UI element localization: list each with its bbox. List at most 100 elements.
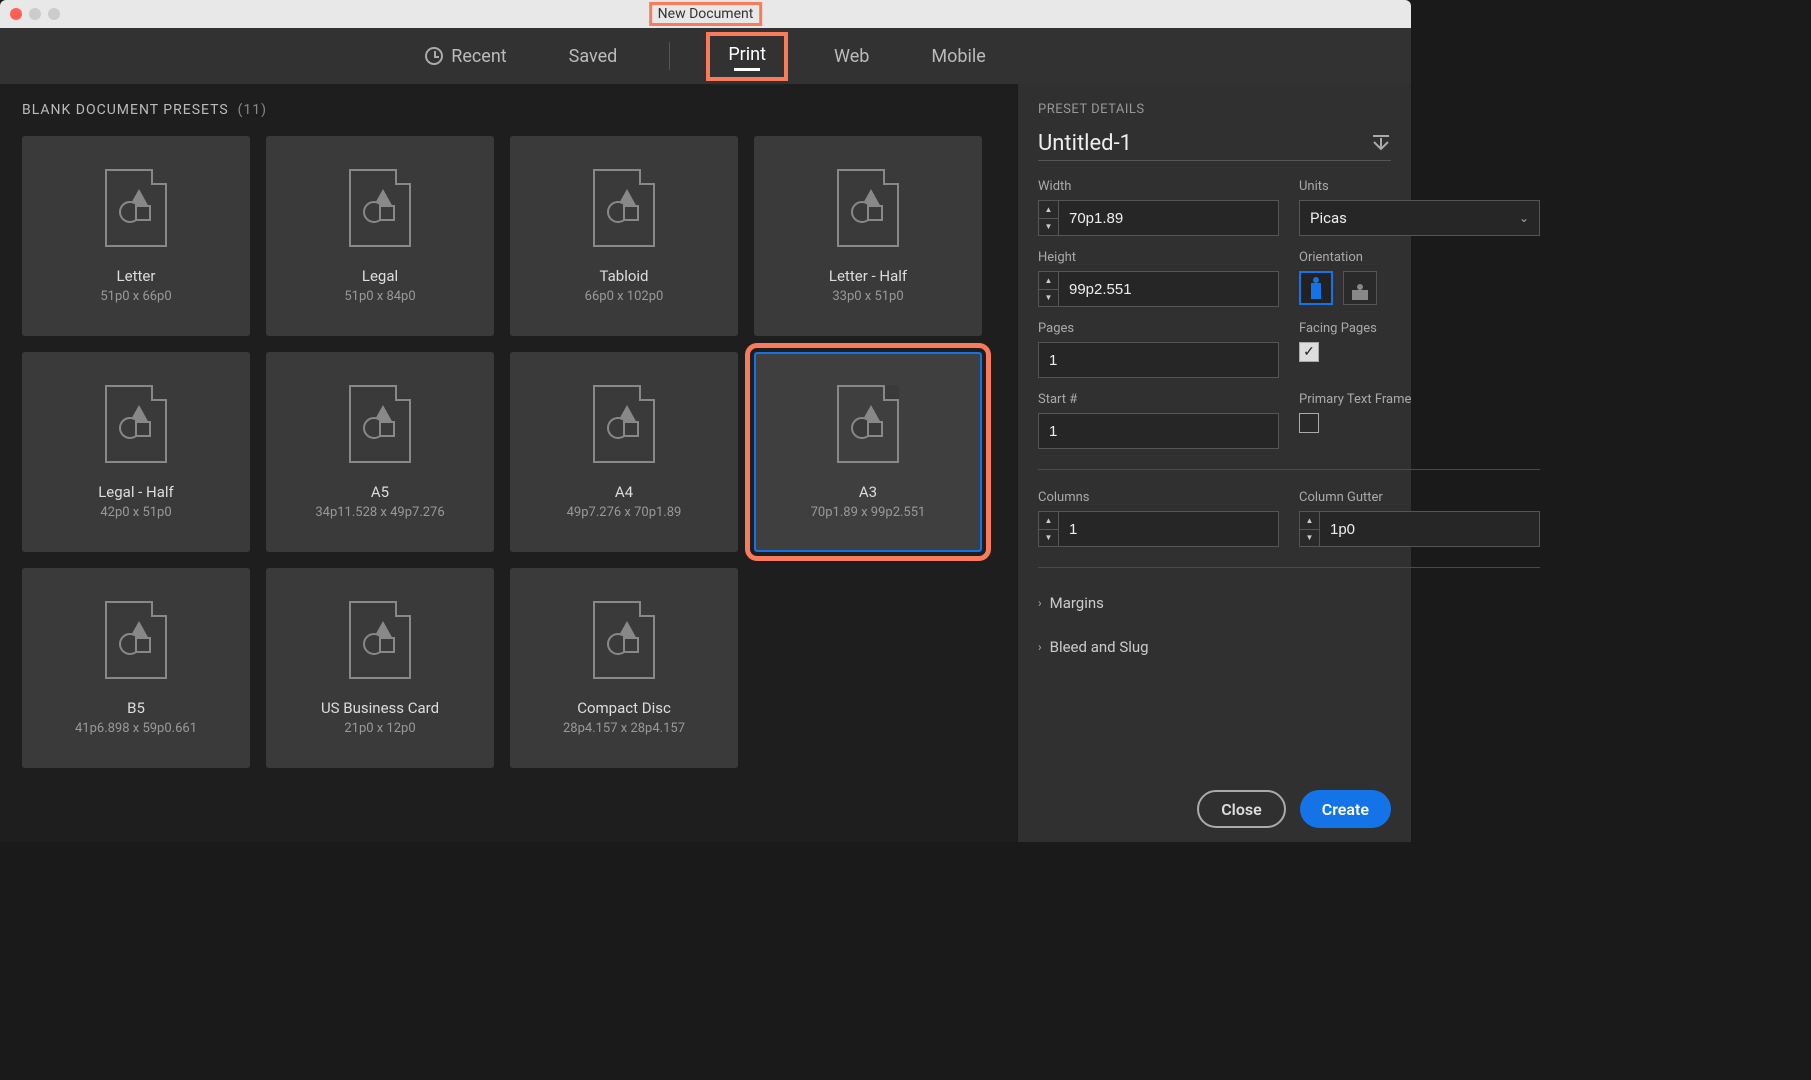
close-button[interactable]: Close — [1197, 790, 1286, 828]
preset-panel: BLANK DOCUMENT PRESETS (11) Letter 51p0 x… — [0, 84, 1017, 842]
preset-dimensions: 34p11.528 x 49p7.276 — [315, 505, 444, 520]
tab-print[interactable]: Print — [728, 44, 766, 65]
document-icon — [105, 169, 167, 247]
window-title: New Document — [649, 2, 763, 26]
preset-count: (11) — [238, 102, 267, 118]
tab-mobile[interactable]: Mobile — [915, 40, 1001, 73]
bleed-slug-expander[interactable]: › Bleed and Slug — [1038, 632, 1540, 662]
tab-recent[interactable]: Recent — [409, 40, 522, 73]
columns-stepper[interactable]: ▲▼ — [1038, 511, 1058, 547]
column-gutter-stepper[interactable]: ▲▼ — [1299, 511, 1319, 547]
shapes-icon — [851, 407, 885, 441]
zoom-window-button[interactable] — [48, 8, 60, 20]
main-area: BLANK DOCUMENT PRESETS (11) Letter 51p0 x… — [0, 84, 1411, 842]
preset-heading-text: BLANK DOCUMENT PRESETS — [22, 102, 229, 118]
minimize-window-button[interactable] — [29, 8, 41, 20]
preset-dimensions: 21p0 x 12p0 — [344, 721, 415, 736]
document-icon — [593, 385, 655, 463]
column-gutter-value[interactable] — [1319, 511, 1540, 547]
preset-name: Tabloid — [599, 267, 648, 285]
shapes-icon — [607, 191, 641, 225]
document-icon — [105, 385, 167, 463]
landscape-icon — [1352, 290, 1368, 300]
close-window-button[interactable] — [10, 8, 22, 20]
facing-pages-label: Facing Pages — [1299, 321, 1540, 336]
document-icon — [105, 601, 167, 679]
window-controls — [0, 8, 60, 20]
preset-name: A5 — [371, 483, 389, 501]
column-gutter-field: Column Gutter ▲▼ — [1299, 490, 1540, 547]
preset-name: Legal - Half — [98, 483, 174, 501]
shapes-icon — [119, 623, 153, 657]
preset-card[interactable]: Letter 51p0 x 66p0 — [22, 136, 250, 336]
preset-name: Compact Disc — [577, 699, 671, 717]
preset-card[interactable]: Tabloid 66p0 x 102p0 — [510, 136, 738, 336]
width-value[interactable] — [1058, 200, 1279, 236]
column-gutter-label: Column Gutter — [1299, 490, 1540, 505]
orientation-label: Orientation — [1299, 250, 1540, 265]
start-number-input[interactable] — [1038, 413, 1279, 449]
pages-input[interactable] — [1038, 342, 1279, 378]
preset-card[interactable]: US Business Card21p0 x 12p0 — [266, 568, 494, 768]
tab-web[interactable]: Web — [818, 40, 885, 73]
preset-dimensions: 28p4.157 x 28p4.157 — [563, 721, 685, 736]
columns-value[interactable] — [1058, 511, 1279, 547]
shapes-icon — [363, 191, 397, 225]
tab-print-label: Print — [728, 44, 766, 65]
tab-mobile-label: Mobile — [931, 46, 985, 67]
columns-input[interactable]: ▲▼ — [1038, 511, 1279, 547]
create-button[interactable]: Create — [1300, 790, 1391, 828]
width-field: Width ▲▼ — [1038, 179, 1279, 236]
width-label: Width — [1038, 179, 1279, 194]
orientation-field: Orientation — [1299, 250, 1540, 307]
preset-name: A3 — [859, 483, 877, 501]
preset-card[interactable]: A370p1.89 x 99p2.551 — [754, 352, 982, 552]
document-icon — [349, 601, 411, 679]
document-icon — [349, 169, 411, 247]
height-label: Height — [1038, 250, 1279, 265]
orientation-landscape-button[interactable] — [1343, 271, 1377, 305]
document-icon — [837, 169, 899, 247]
preset-card[interactable]: Compact Disc 28p4.157 x 28p4.157 — [510, 568, 738, 768]
units-select[interactable]: Picas ⌄ — [1299, 200, 1540, 236]
start-number-label: Start # — [1038, 392, 1279, 407]
height-stepper[interactable]: ▲▼ — [1038, 271, 1058, 307]
preset-dimensions: 49p7.276 x 70p1.89 — [567, 505, 682, 520]
width-stepper[interactable]: ▲▼ — [1038, 200, 1058, 236]
clock-icon — [425, 47, 443, 65]
tab-print-highlighted: Print — [706, 32, 788, 81]
document-name-row: Untitled-1 — [1038, 131, 1391, 161]
pages-field: Pages — [1038, 321, 1279, 378]
save-preset-icon[interactable] — [1371, 134, 1391, 156]
height-input[interactable]: ▲▼ — [1038, 271, 1279, 307]
category-tabs: Recent Saved Print Web Mobile — [0, 28, 1411, 84]
facing-pages-field: Facing Pages ✓ — [1299, 321, 1540, 378]
units-label: Units — [1299, 179, 1540, 194]
column-gutter-input[interactable]: ▲▼ — [1299, 511, 1540, 547]
preset-card[interactable]: Legal - Half42p0 x 51p0 — [22, 352, 250, 552]
facing-pages-checkbox[interactable]: ✓ — [1299, 342, 1319, 362]
preset-card[interactable]: A449p7.276 x 70p1.89 — [510, 352, 738, 552]
preset-name: Letter — [117, 267, 156, 285]
tab-saved-label: Saved — [569, 46, 618, 67]
preset-card[interactable]: Legal51p0 x 84p0 — [266, 136, 494, 336]
preset-dimensions: 66p0 x 102p0 — [585, 289, 664, 304]
preset-card[interactable]: B541p6.898 x 59p0.661 — [22, 568, 250, 768]
preset-card[interactable]: A5 34p11.528 x 49p7.276 — [266, 352, 494, 552]
shapes-icon — [119, 407, 153, 441]
details-heading: PRESET DETAILS — [1038, 102, 1391, 117]
margins-expander[interactable]: › Margins — [1038, 588, 1540, 618]
primary-text-frame-checkbox[interactable] — [1299, 413, 1319, 433]
columns-label: Columns — [1038, 490, 1279, 505]
orientation-portrait-button[interactable] — [1299, 271, 1333, 305]
columns-field: Columns ▲▼ — [1038, 490, 1279, 547]
preset-dimensions: 51p0 x 66p0 — [100, 289, 171, 304]
preset-card[interactable]: Letter - Half33p0 x 51p0 — [754, 136, 982, 336]
preset-dimensions: 33p0 x 51p0 — [832, 289, 903, 304]
preset-dimensions: 41p6.898 x 59p0.661 — [75, 721, 197, 736]
height-value[interactable] — [1058, 271, 1279, 307]
chevron-right-icon: › — [1038, 596, 1042, 610]
width-input[interactable]: ▲▼ — [1038, 200, 1279, 236]
tab-saved[interactable]: Saved — [553, 40, 634, 73]
document-name-input[interactable]: Untitled-1 — [1038, 131, 1132, 156]
